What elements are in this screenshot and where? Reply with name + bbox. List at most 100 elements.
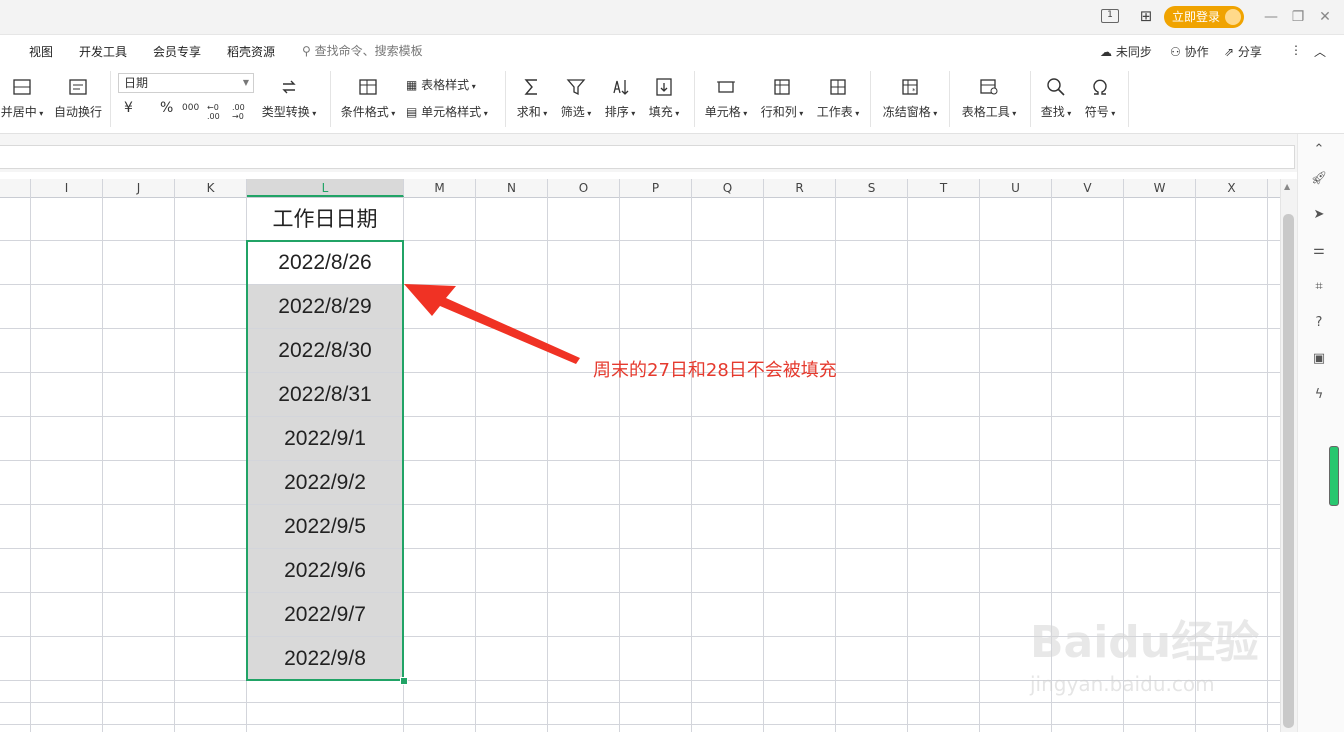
collaborate-button[interactable]: ⚇ 协作 [1170,43,1209,60]
cell-button[interactable]: 单元格 ▾ [702,77,750,120]
ribbon-separator [110,71,111,127]
image-tool-icon[interactable]: ▣ [1310,350,1328,368]
increase-decimal-button[interactable]: ←0 .00 [207,103,225,121]
percent-button[interactable]: % [160,100,173,116]
grid-line [691,197,692,732]
rocket-icon[interactable]: 🚀︎ [1310,170,1328,188]
share-button[interactable]: ⇗ 分享 [1224,43,1262,60]
sliders-icon[interactable]: ⚌ [1310,242,1328,260]
fill-button[interactable]: 填充 ▾ [646,77,682,120]
annotation-text: 周末的27日和28日不会被填充 [593,360,837,381]
grid-line [763,197,764,732]
column-header[interactable]: R [764,179,836,197]
minimize-icon[interactable]: — [1262,8,1280,26]
symbol-button[interactable]: 符号 ▾ [1082,77,1118,120]
collapse-icon[interactable]: ⌃ [1310,141,1328,159]
column-header[interactable]: T [908,179,980,197]
sort-button[interactable]: 排序 ▾ [602,77,638,120]
sum-button[interactable]: 求和 ▾ [514,77,550,120]
apps-grid-icon[interactable]: ⊞ [1137,9,1155,24]
find-label: 查找 [1040,105,1065,119]
column-header[interactable]: V [1052,179,1124,197]
column-header[interactable]: U [980,179,1052,197]
column-header-selected[interactable]: L [247,179,404,197]
column-header[interactable]: N [476,179,548,197]
grid-line [0,548,1280,549]
worksheet-button[interactable]: 工作表 ▾ [814,77,862,120]
filter-icon [566,79,586,96]
cell-style-button[interactable]: ▤ 单元格样式 ▾ [406,103,488,120]
cell-style-label: 单元格样式 [421,105,482,119]
ribbon-separator [949,71,950,127]
header-cell[interactable]: 工作日日期 [247,198,403,241]
thousands-button[interactable]: 000 [182,103,199,113]
tab-docer[interactable]: 稻壳资源 [227,43,275,60]
title-bar: 1 ⊞ 立即登录 — ❐ ✕ [0,0,1344,35]
scrollbar-thumb[interactable] [1283,214,1294,728]
grid-line [979,197,980,732]
collapse-ribbon-icon[interactable]: ︿ [1314,43,1326,60]
conditional-format-button[interactable]: 条件格式 ▾ [338,77,398,120]
merge-center-button[interactable]: 并居中 ▾ [0,77,44,120]
status-indicator [1329,446,1339,506]
reading-mode-icon[interactable]: 1 [1101,9,1119,23]
wrap-text-button[interactable]: 自动换行 [52,77,104,120]
grid-line [0,592,1280,593]
wrap-label: 自动换行 [53,105,102,119]
worksheet-icon [830,79,846,95]
column-header[interactable]: K [175,179,247,197]
more-icon[interactable]: ⋮ [1290,43,1302,57]
ribbon-separator [1030,71,1031,127]
cell-icon [717,81,735,93]
currency-button[interactable]: ¥ [124,100,133,116]
row-col-button[interactable]: 行和列 ▾ [758,77,806,120]
scroll-up-icon[interactable]: ▲ [1284,182,1290,191]
lightning-icon[interactable]: ϟ [1310,386,1328,404]
column-header[interactable]: J [103,179,175,197]
filter-button[interactable]: 筛选 ▾ [558,77,594,120]
filter-label: 筛选 [560,105,585,119]
table-tools-button[interactable]: 表格工具 ▾ [958,77,1020,120]
tab-view[interactable]: 视图 [29,43,53,60]
restore-icon[interactable]: ❐ [1289,8,1307,26]
ribbon: 并居中 ▾ 自动换行 日期 ▼ ¥ % 000 ←0 .00 .00 →0 类型… [0,67,1344,134]
grid-line [0,328,1280,329]
type-convert-button[interactable]: 类型转换 ▾ [258,77,320,120]
help-icon[interactable]: ? [1310,314,1328,332]
decrease-decimal-button[interactable]: .00 →0 [232,103,250,121]
freeze-panes-button[interactable]: * 冻结窗格 ▾ [878,77,942,120]
close-icon[interactable]: ✕ [1316,8,1334,26]
number-format-select[interactable]: 日期 ▼ [118,73,254,93]
column-header[interactable]: P [620,179,692,197]
column-header[interactable]: M [404,179,476,197]
cell-style-icon: ▤ [406,105,418,119]
column-header[interactable]: O [548,179,620,197]
svg-text:*: * [912,87,916,95]
table-tools-label: 表格工具 [961,105,1010,119]
column-header[interactable]: W [1124,179,1196,197]
sync-status[interactable]: ☁ 未同步 [1100,43,1152,60]
grid-line [0,460,1280,461]
tab-member[interactable]: 会员专享 [153,43,201,60]
column-header[interactable]: I [31,179,103,197]
table-style-button[interactable]: ▦ 表格样式 ▾ [406,76,476,93]
column-header[interactable]: X [1196,179,1268,197]
grid-line [0,724,1280,725]
column-header[interactable]: Q [692,179,764,197]
merge-cells-icon [13,79,31,95]
formula-input[interactable] [0,145,1295,169]
column-header[interactable]: S [836,179,908,197]
format-painter-icon[interactable]: ⌗ [1310,278,1328,296]
cell-label: 单元格 [704,105,741,119]
wrap-text-icon [69,79,87,95]
cursor-icon[interactable]: ➤ [1310,206,1328,224]
find-button[interactable]: 查找 ▾ [1038,77,1074,120]
login-button[interactable]: 立即登录 [1164,6,1244,28]
command-search[interactable]: ⚲ 查找命令、搜索模板 [302,42,423,59]
column-header-row: I J K L M N O P Q R S T U V W X [0,179,1280,198]
fill-handle[interactable] [400,677,408,685]
tab-developer[interactable]: 开发工具 [79,43,127,60]
sort-label: 排序 [604,105,629,119]
sum-label: 求和 [516,105,541,119]
command-search-placeholder: 查找命令、搜索模板 [314,44,423,58]
